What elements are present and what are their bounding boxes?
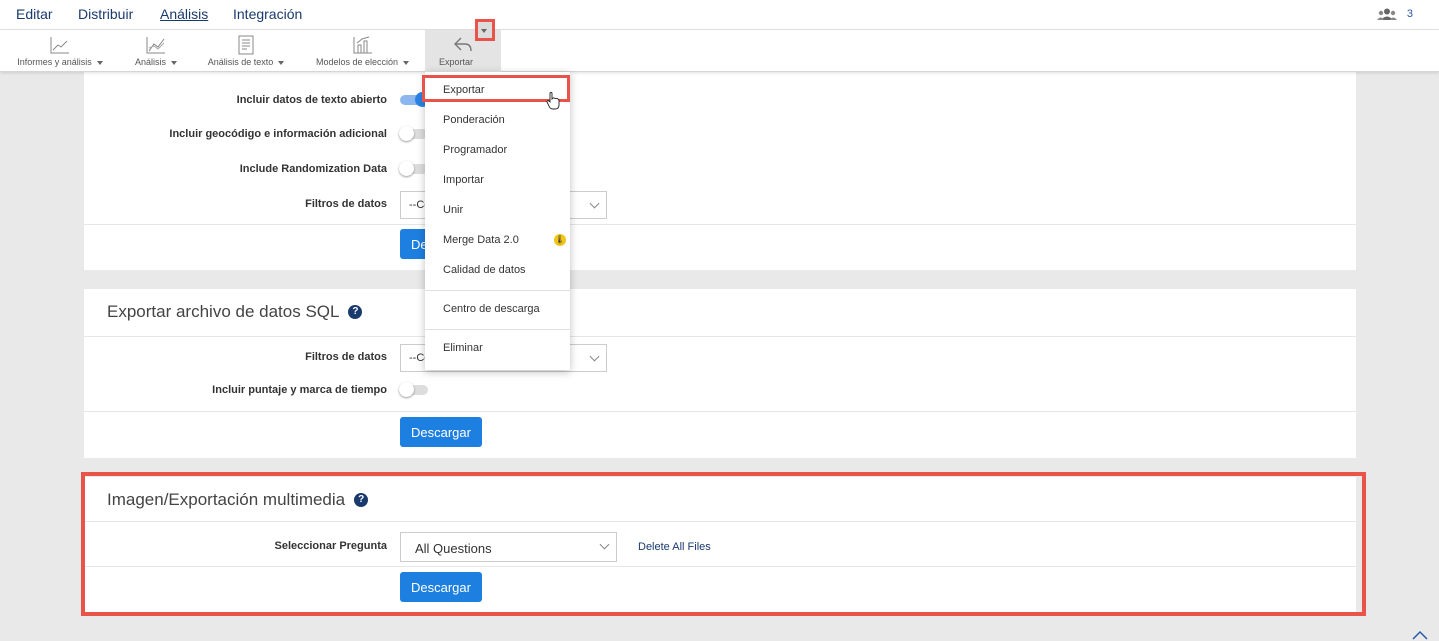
chevron-down-icon	[589, 198, 600, 209]
caret-down-icon	[171, 60, 177, 65]
line-chart-icon	[50, 37, 69, 54]
beta-badge-icon: 🌡	[554, 234, 566, 246]
help-icon[interactable]: ?	[348, 305, 363, 319]
export-options-panel: Incluir datos de texto abierto Incluir g…	[84, 72, 1356, 270]
panel-title-text: Exportar archivo de datos SQL	[107, 302, 340, 321]
panel-title-text: Imagen/Exportación multimedia	[107, 490, 346, 509]
menu-item-importar[interactable]: Importar	[425, 166, 570, 196]
toolbar-label: Análisis	[134, 57, 166, 67]
toolbar-analisis-texto[interactable]: Análisis de texto	[202, 30, 290, 72]
menu-item-eliminar[interactable]: Eliminar	[425, 334, 570, 364]
caret-down-icon	[96, 60, 103, 65]
caret-down-icon	[481, 29, 487, 33]
caret-down-icon	[403, 60, 410, 65]
chevron-down-icon	[589, 351, 600, 362]
menu-item-ponderacion[interactable]: Ponderación	[425, 106, 570, 136]
open-text-toggle[interactable]	[400, 92, 430, 107]
tab-distribuir[interactable]: Distribuir	[78, 6, 133, 22]
randomization-toggle[interactable]	[399, 161, 428, 176]
randomization-label: Include Randomization Data	[239, 163, 387, 175]
menu-item-calidad-datos[interactable]: Calidad de datos	[425, 256, 570, 286]
trend-chart-icon	[146, 37, 165, 54]
sql-download-button[interactable]: Descargar	[400, 417, 482, 447]
toolbar-label: Informes y análisis	[17, 57, 92, 67]
menu-item-centro-descarga[interactable]: Centro de descarga	[425, 295, 570, 325]
download-button[interactable]: De	[400, 229, 428, 259]
scroll-top-icon[interactable]	[1411, 629, 1429, 641]
toolbar-label: Exportar	[439, 57, 474, 67]
data-filter-label: Filtros de datos	[305, 198, 387, 210]
collaborators-button[interactable]: 3	[1376, 8, 1413, 20]
toolbar-informes[interactable]: Informes y análisis	[10, 30, 110, 72]
question-select[interactable]: All Questions	[400, 532, 617, 562]
divider	[84, 521, 1356, 522]
toolbar-label: Modelos de elección	[315, 57, 399, 67]
sql-export-title: Exportar archivo de datos SQL ?	[107, 302, 363, 322]
choice-model-icon	[353, 36, 372, 54]
tab-analisis[interactable]: Análisis	[160, 6, 208, 22]
users-icon	[1376, 8, 1397, 20]
toolbar-analisis[interactable]: Análisis	[128, 30, 184, 72]
geocode-toggle[interactable]	[399, 126, 428, 141]
toolbar-modelos-eleccion[interactable]: Modelos de elección	[310, 30, 415, 72]
tab-integracion[interactable]: Integración	[233, 6, 302, 22]
chevron-down-icon	[599, 539, 610, 550]
data-filter-label: Filtros de datos	[305, 351, 387, 363]
toolbar-label: Análisis de texto	[207, 57, 274, 67]
menu-item-label: Merge Data 2.0	[443, 234, 519, 246]
divider	[84, 336, 1356, 337]
caret-down-icon	[278, 60, 285, 65]
tab-editar[interactable]: Editar	[16, 6, 53, 22]
question-select-value: All Questions	[415, 541, 492, 556]
geocode-label: Incluir geocódigo e información adiciona…	[169, 128, 387, 140]
media-export-title: Imagen/Exportación multimedia ?	[107, 490, 369, 510]
delete-all-files-link[interactable]: Delete All Files	[638, 541, 711, 553]
collaborators-count: 3	[1406, 8, 1413, 20]
menu-separator	[425, 329, 570, 330]
export-caret-button[interactable]	[475, 19, 495, 41]
timestamp-label: Incluir puntaje y marca de tiempo	[212, 384, 387, 396]
analysis-toolbar: Informes y análisis Análisis Análisis de…	[0, 30, 1439, 72]
top-navigation: Editar Distribuir Análisis Integración 3	[0, 0, 1439, 30]
export-dropdown-menu: Exportar Ponderación Programador Importa…	[425, 72, 570, 370]
sql-export-panel: Exportar archivo de datos SQL ? Filtros …	[84, 289, 1356, 458]
open-text-label: Incluir datos de texto abierto	[236, 94, 387, 106]
media-download-button[interactable]: Descargar	[400, 572, 482, 602]
divider	[84, 224, 1356, 225]
timestamp-toggle[interactable]	[399, 382, 428, 397]
text-analysis-icon	[238, 35, 254, 55]
menu-item-unir[interactable]: Unir	[425, 196, 570, 226]
menu-item-programador[interactable]: Programador	[425, 136, 570, 166]
select-question-label: Seleccionar Pregunta	[274, 540, 388, 552]
hand-cursor-icon	[546, 92, 560, 110]
help-icon[interactable]: ?	[354, 493, 369, 507]
export-icon	[454, 37, 472, 52]
divider	[84, 411, 1356, 412]
divider	[84, 566, 1356, 567]
menu-item-merge-data[interactable]: Merge Data 2.0 🌡	[425, 226, 570, 256]
menu-separator	[425, 290, 570, 291]
media-export-panel: Imagen/Exportación multimedia ? Seleccio…	[84, 477, 1356, 614]
